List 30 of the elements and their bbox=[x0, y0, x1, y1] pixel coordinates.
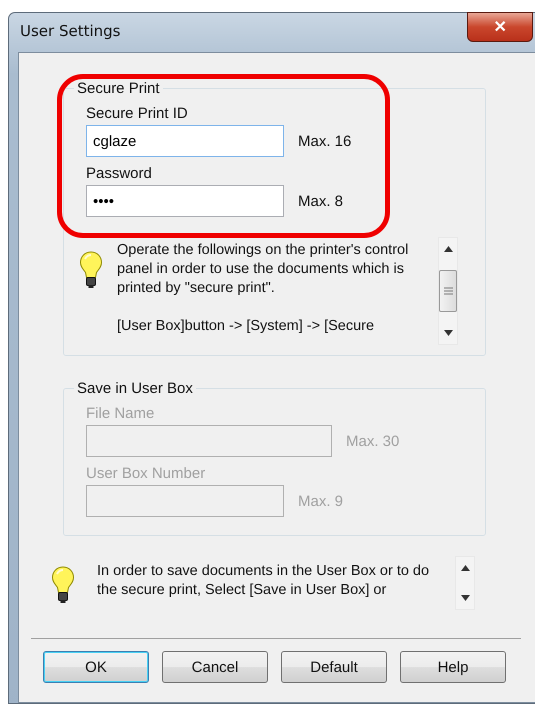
dialog-button[interactable]: Help bbox=[400, 651, 506, 683]
dialog-button[interactable]: Cancel bbox=[162, 651, 268, 683]
scroll-thumb[interactable] bbox=[439, 270, 457, 312]
input-field[interactable]: cglaze bbox=[86, 125, 284, 157]
limit-label: Max. 8 bbox=[298, 192, 344, 210]
group-title: Secure Print bbox=[76, 80, 161, 97]
scroll-up-icon[interactable] bbox=[444, 246, 452, 252]
limit-label: Max. 16 bbox=[298, 132, 352, 150]
scroll-up-icon[interactable] bbox=[460, 565, 470, 571]
grip-icon bbox=[444, 287, 452, 295]
light-bulb-icon bbox=[51, 566, 75, 604]
group-title: Save in User Box bbox=[76, 380, 194, 397]
window-title: User Settings bbox=[20, 22, 120, 40]
close-button[interactable]: ✕ bbox=[467, 12, 533, 42]
hint-text: In order to save documents in the User Box or to do the secure print, Select [Save in User Box] or bbox=[97, 562, 430, 600]
limit-label: Max. 9 bbox=[298, 492, 344, 510]
field-label: Password bbox=[86, 165, 153, 184]
field-label: Secure Print ID bbox=[86, 105, 189, 124]
hint-text: Operate the followings on the printer's control panel in order to use the documents which is printed by "secure print". [User Box]button -> [System] -> [Secure bbox=[117, 241, 410, 336]
dialog-button[interactable]: OK bbox=[43, 651, 149, 683]
input-field[interactable]: •••• bbox=[86, 185, 284, 217]
field-label: File Name bbox=[86, 405, 156, 424]
scrollbar[interactable] bbox=[455, 556, 475, 610]
scrollbar[interactable] bbox=[438, 237, 458, 345]
field-label: User Box Number bbox=[86, 465, 206, 484]
dialog-button[interactable]: Default bbox=[281, 651, 387, 683]
scroll-down-icon[interactable] bbox=[460, 595, 470, 601]
limit-label: Max. 30 bbox=[346, 432, 400, 450]
scroll-down-icon[interactable] bbox=[444, 330, 452, 336]
light-bulb-icon bbox=[79, 251, 103, 289]
